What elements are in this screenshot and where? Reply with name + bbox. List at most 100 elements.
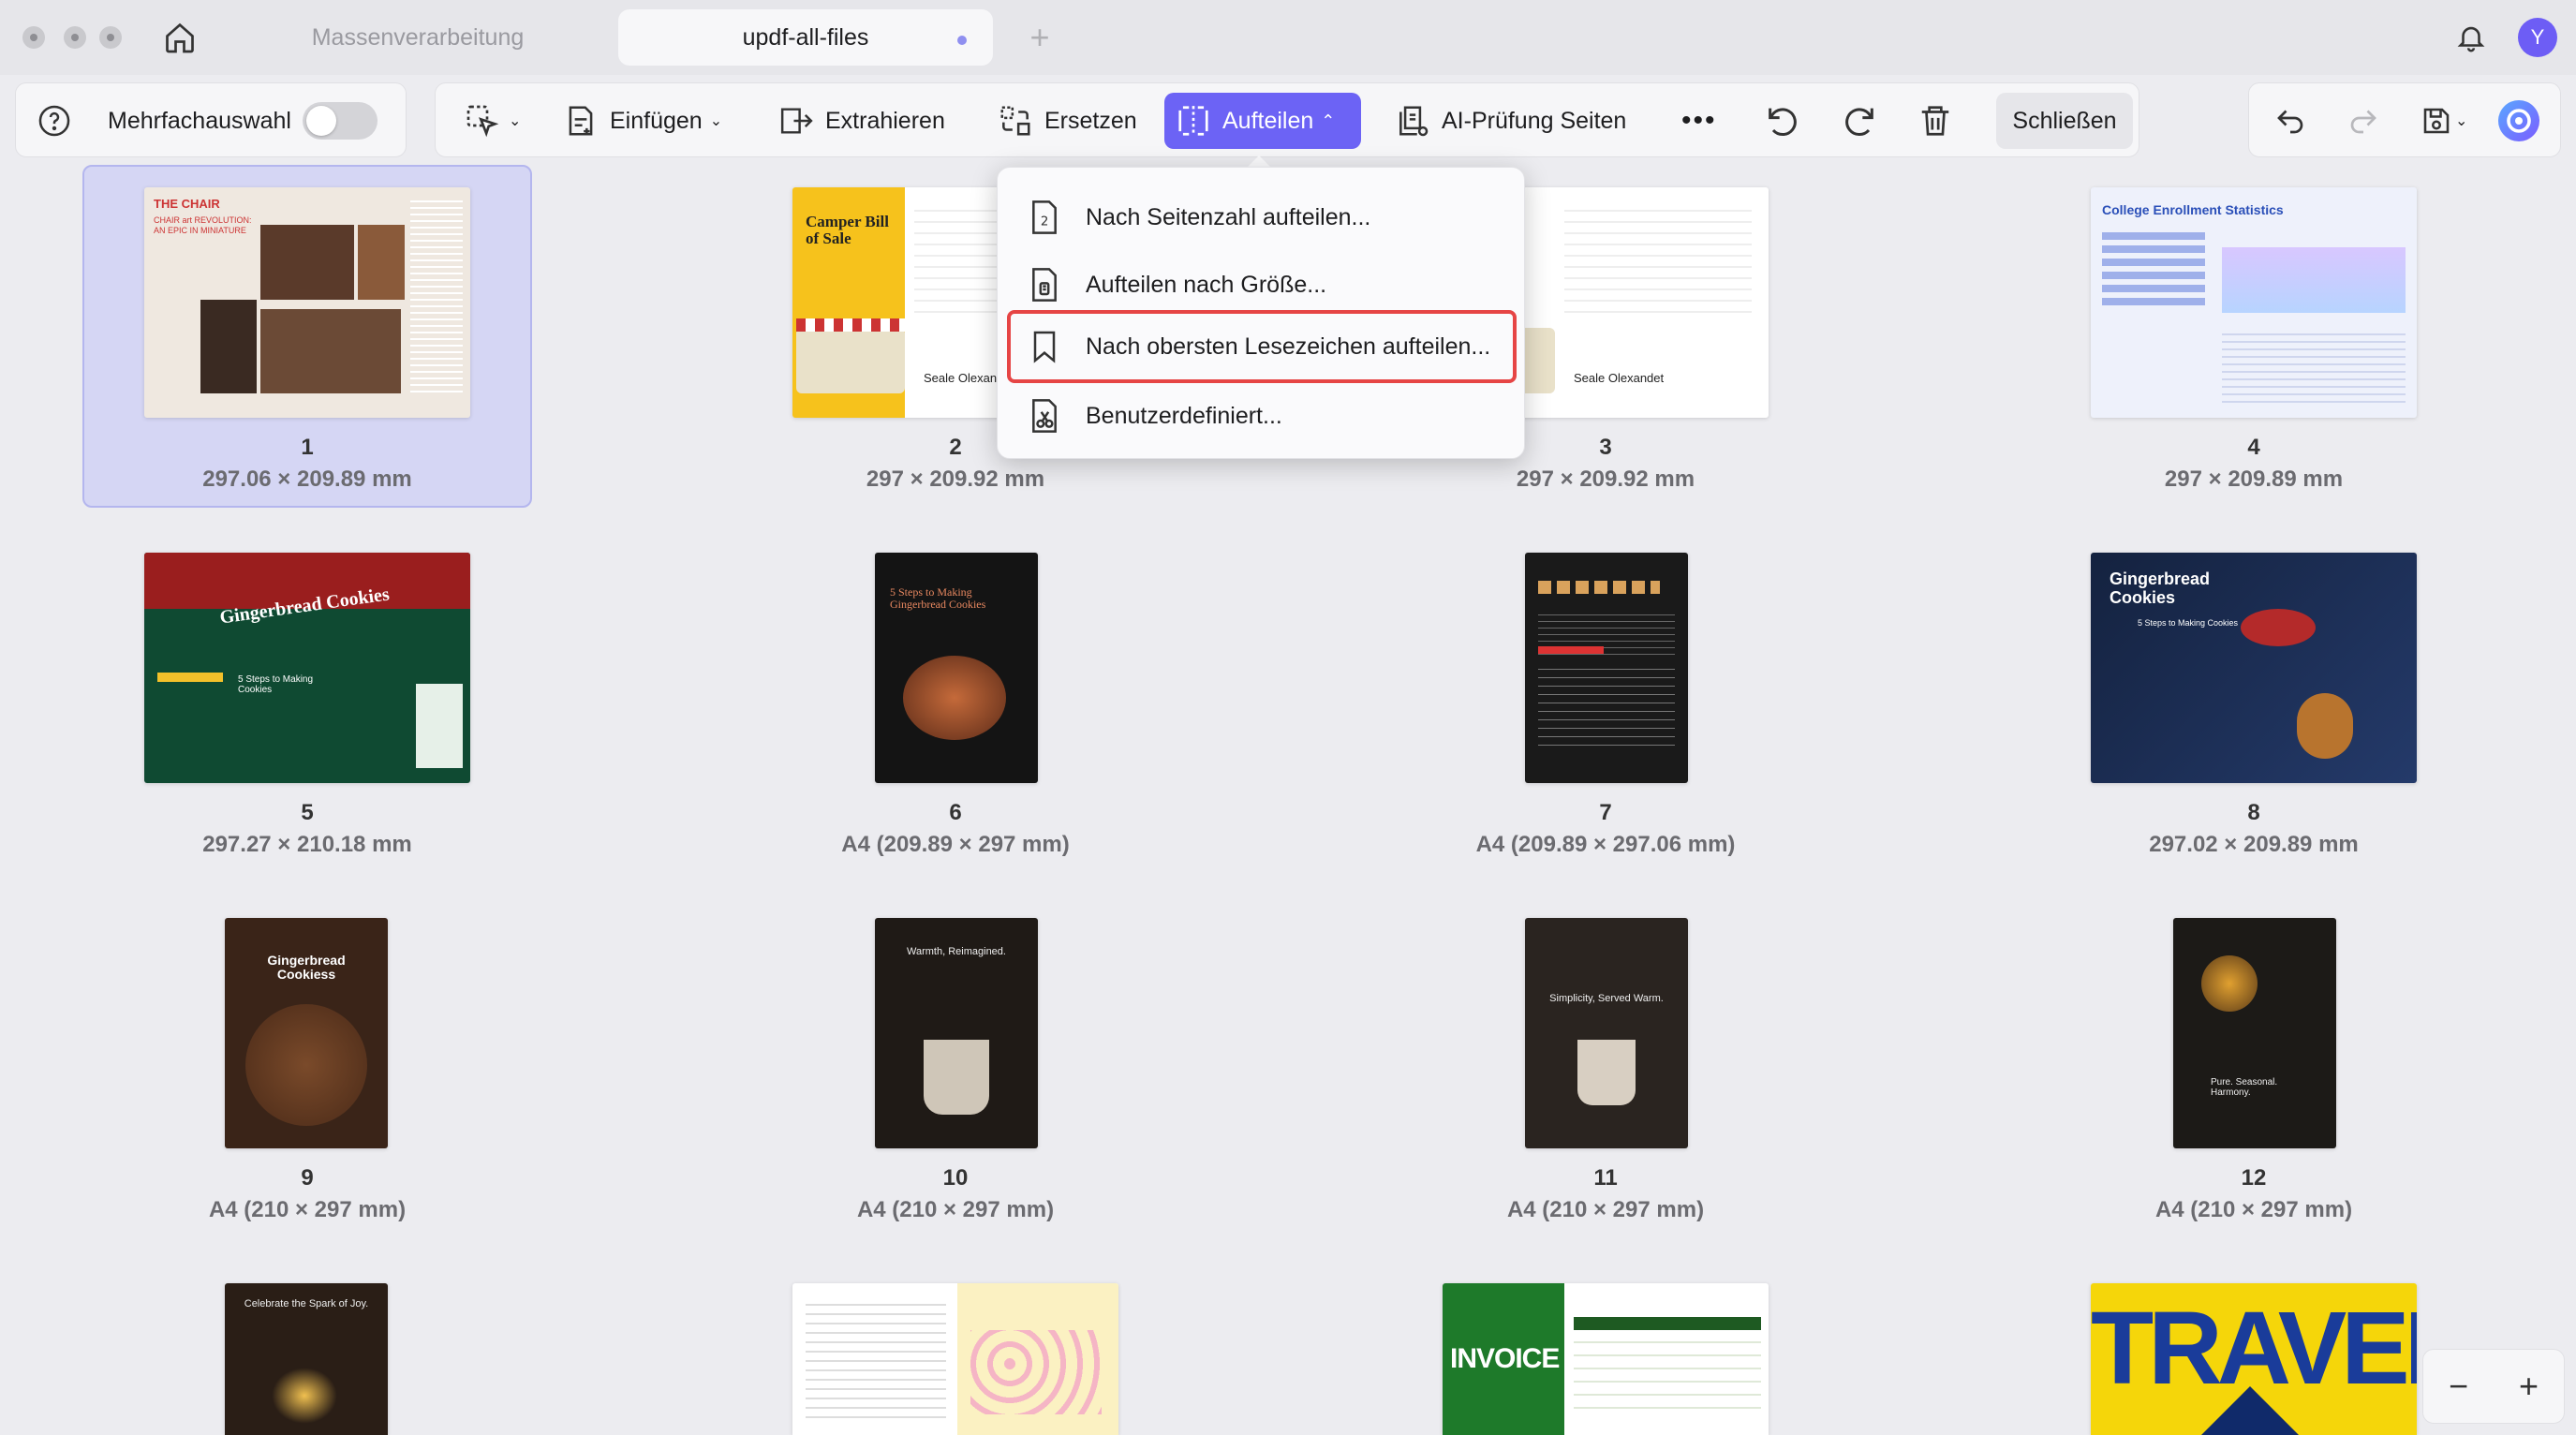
home-icon[interactable] bbox=[159, 17, 200, 58]
page-thumbnail-7[interactable] bbox=[1525, 553, 1688, 783]
split-button[interactable]: Aufteilen ⌃ bbox=[1164, 93, 1361, 149]
scissors-icon bbox=[1032, 399, 1057, 433]
window-close-button[interactable] bbox=[22, 26, 45, 49]
save-menu-button[interactable]: ⌄ bbox=[2412, 93, 2475, 149]
page-thumbnail-9[interactable]: Gingerbread Cookiess bbox=[225, 918, 388, 1148]
extract-button[interactable]: Extrahieren bbox=[765, 93, 956, 149]
toggle-switch[interactable] bbox=[303, 102, 378, 140]
page-number: 7 bbox=[1599, 800, 1612, 825]
page-number: 10 bbox=[942, 1165, 969, 1191]
file-size-icon bbox=[1032, 268, 1057, 302]
page-8-subtitle: 5 Steps to Making Cookies bbox=[2138, 618, 2239, 628]
undo-icon[interactable] bbox=[2266, 93, 2315, 149]
tab-massenverarbeitung[interactable]: Massenverarbeitung bbox=[230, 9, 605, 66]
page-5-subtitle: 5 Steps to Making Cookies bbox=[238, 674, 314, 695]
page-number: 12 bbox=[2241, 1165, 2267, 1191]
window-zoom-button[interactable] bbox=[99, 26, 122, 49]
svg-text:2: 2 bbox=[1041, 215, 1048, 229]
rotate-left-icon[interactable] bbox=[1756, 93, 1809, 149]
split-dropdown-menu: 2 Nach Seitenzahl aufteilen... Aufteilen… bbox=[997, 167, 1525, 459]
window-minimize-button[interactable] bbox=[64, 26, 86, 49]
menu-item-custom[interactable]: Benutzerdefiniert... bbox=[1026, 389, 1282, 443]
select-tool-button[interactable]: ⌄ bbox=[452, 93, 532, 149]
help-icon[interactable] bbox=[27, 93, 81, 149]
chevron-down-icon: ⌄ bbox=[2455, 113, 2468, 129]
page-size: 297 × 209.92 mm bbox=[866, 466, 1045, 492]
page-thumbnail-16[interactable]: TRAVEL bbox=[2091, 1283, 2417, 1435]
page-thumbnail-1[interactable]: THE CHAIR CHAIR art REVOLUTION: AN EPIC … bbox=[144, 187, 470, 418]
tab-label: updf-all-files bbox=[742, 23, 869, 51]
page-2-title: Camper Bill of Sale bbox=[806, 213, 889, 247]
toolbar-main-group: ⌄ Einfügen ⌄ Extrahieren Ersetzen Auftei… bbox=[435, 82, 2139, 157]
menu-item-split-by-page-count[interactable]: 2 Nach Seitenzahl aufteilen... bbox=[1026, 190, 1370, 244]
insert-button[interactable]: Einfügen ⌄ bbox=[552, 93, 733, 149]
page-thumbnail-8[interactable]: Gingerbread Cookies 5 Steps to Making Co… bbox=[2091, 553, 2417, 783]
multi-select-toggle[interactable] bbox=[303, 93, 378, 149]
page-size: A4 (210 × 297 mm) bbox=[2154, 1197, 2353, 1222]
page-size: A4 (209.89 × 297.06 mm) bbox=[1475, 832, 1736, 857]
page-thumbnail-14[interactable] bbox=[792, 1283, 1118, 1435]
page-thumbnail-12[interactable]: Pure. Seasonal. Harmony. bbox=[2173, 918, 2336, 1148]
page-thumbnail-4[interactable]: College Enrollment Statistics bbox=[2091, 187, 2417, 418]
toolbar-left-group: Mehrfachauswahl bbox=[15, 82, 407, 157]
page-thumbnail-5[interactable]: Gingerbread Cookies 5 Steps to Making Co… bbox=[144, 553, 470, 783]
trash-icon[interactable] bbox=[1910, 93, 1961, 149]
page-1-title: THE CHAIR bbox=[154, 197, 220, 211]
split-label: Aufteilen bbox=[1222, 107, 1314, 134]
new-tab-button[interactable]: + bbox=[1021, 18, 1059, 56]
extract-label: Extrahieren bbox=[825, 107, 945, 134]
replace-button[interactable]: Ersetzen bbox=[986, 93, 1148, 149]
page-3-signature: Seale Olexandet bbox=[1574, 371, 1665, 385]
unsaved-dot-icon bbox=[957, 36, 967, 45]
ai-check-label: AI-Prüfung Seiten bbox=[1442, 107, 1627, 134]
menu-item-label: Benutzerdefiniert... bbox=[1086, 402, 1282, 429]
ai-check-icon bbox=[1399, 106, 1429, 137]
cursor-select-icon bbox=[466, 105, 499, 138]
ai-assistant-icon[interactable] bbox=[2496, 93, 2541, 149]
menu-item-label: Aufteilen nach Größe... bbox=[1086, 271, 1327, 298]
rotate-right-icon[interactable] bbox=[1833, 93, 1886, 149]
page-size: A4 (209.89 × 297 mm) bbox=[841, 832, 1070, 857]
page-thumbnail-15[interactable]: INVOICE bbox=[1443, 1283, 1769, 1435]
replace-label: Ersetzen bbox=[1044, 107, 1137, 134]
close-label: Schließen bbox=[2012, 107, 2117, 134]
page-number: 9 bbox=[301, 1165, 314, 1191]
insert-label: Einfügen bbox=[610, 107, 703, 134]
page-thumbnail-11[interactable]: Simplicity, Served Warm. bbox=[1525, 918, 1688, 1148]
replace-icon bbox=[1000, 106, 1030, 136]
page-thumbnail-13[interactable]: Celebrate the Spark of Joy. bbox=[225, 1283, 388, 1435]
zoom-controls: − + bbox=[2422, 1349, 2565, 1424]
redo-icon[interactable] bbox=[2339, 93, 2388, 149]
menu-item-split-by-size[interactable]: Aufteilen nach Größe... bbox=[1026, 258, 1326, 312]
zoom-in-button[interactable]: + bbox=[2519, 1367, 2539, 1406]
page-1-subtitle: CHAIR art REVOLUTION: AN EPIC IN MINIATU… bbox=[154, 215, 252, 235]
tab-updf-all-files[interactable]: updf-all-files bbox=[618, 9, 993, 66]
split-icon bbox=[1178, 106, 1208, 136]
page-number: 4 bbox=[2247, 435, 2260, 460]
close-button[interactable]: Schließen bbox=[1996, 93, 2133, 149]
page-thumbnail-10[interactable]: Warmth, Reimagined. bbox=[875, 918, 1038, 1148]
page-13-title: Celebrate the Spark of Joy. bbox=[244, 1298, 369, 1309]
chevron-up-icon: ⌃ bbox=[1321, 111, 1336, 130]
page-size: 297.27 × 210.18 mm bbox=[202, 832, 412, 857]
page-size: 297.02 × 209.89 mm bbox=[2149, 832, 2359, 857]
zoom-out-button[interactable]: − bbox=[2449, 1367, 2468, 1406]
chevron-down-icon: ⌄ bbox=[509, 113, 522, 129]
page-9-title: Gingerbread Cookiess bbox=[267, 953, 346, 982]
menu-item-label: Nach obersten Lesezeichen aufteilen... bbox=[1086, 333, 1491, 360]
page-number: 6 bbox=[949, 800, 962, 825]
page-number: 1 bbox=[301, 435, 314, 460]
more-icon[interactable]: ••• bbox=[1670, 93, 1728, 149]
page-4-title: College Enrollment Statistics bbox=[2102, 202, 2284, 217]
page-thumbnail-6[interactable]: 5 Steps to Making Gingerbread Cookies bbox=[875, 553, 1038, 783]
page-11-title: Simplicity, Served Warm. bbox=[1549, 993, 1664, 1004]
save-icon bbox=[2423, 108, 2450, 134]
multi-select-label: Mehrfachauswahl bbox=[96, 93, 303, 149]
tab-label: Massenverarbeitung bbox=[311, 23, 525, 51]
ai-check-pages-button[interactable]: AI-Prüfung Seiten bbox=[1384, 93, 1637, 149]
avatar[interactable]: Y bbox=[2518, 18, 2557, 57]
bookmark-icon bbox=[1033, 331, 1056, 363]
menu-item-split-by-top-bookmarks[interactable]: Nach obersten Lesezeichen aufteilen... bbox=[1026, 319, 1490, 374]
page-size: 297 × 209.92 mm bbox=[1516, 466, 1695, 492]
bell-icon[interactable] bbox=[2450, 17, 2492, 58]
